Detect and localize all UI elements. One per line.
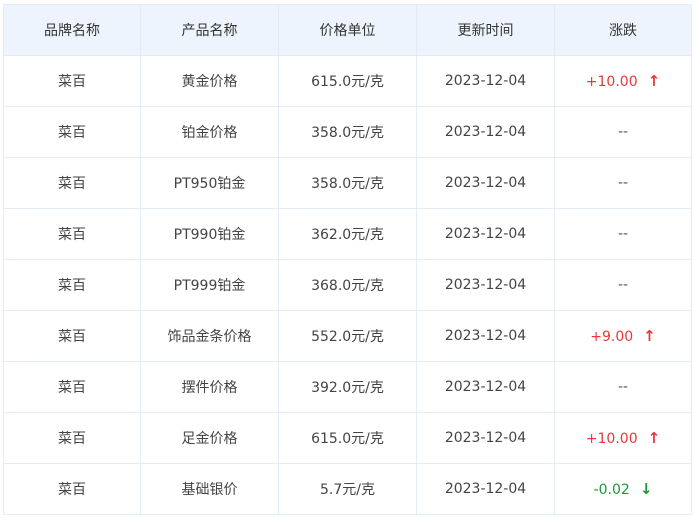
price-cell: 368.0元/克 xyxy=(278,259,417,311)
header-date: 更新时间 xyxy=(416,4,555,56)
header-price: 价格单位 xyxy=(278,4,417,56)
arrow-up-icon: ↑ xyxy=(647,429,661,447)
date-cell: 2023-12-04 xyxy=(416,259,555,311)
table-row: 菜百 摆件价格 392.0元/克 2023-12-04 -- xyxy=(3,361,692,413)
brand-cell: 菜百 xyxy=(3,55,141,107)
table-row: 菜百 足金价格 615.0元/克 2023-12-04 +10.00 ↑ xyxy=(3,412,692,464)
price-cell: 362.0元/克 xyxy=(278,208,417,260)
change-value: -- xyxy=(617,124,629,140)
table-row: 菜百 黄金价格 615.0元/克 2023-12-04 +10.00 ↑ xyxy=(3,55,692,107)
date-cell: 2023-12-04 xyxy=(416,208,555,260)
table-body: 菜百 黄金价格 615.0元/克 2023-12-04 +10.00 ↑ 菜百 铂金价格 358… xyxy=(3,55,692,515)
change-value: +10.00 xyxy=(585,431,638,447)
change-cell: +9.00 ↑ xyxy=(554,310,692,362)
change-value: +10.00 xyxy=(585,74,638,90)
price-cell: 392.0元/克 xyxy=(278,361,417,413)
change-value: -- xyxy=(617,175,629,191)
date-cell: 2023-12-04 xyxy=(416,310,555,362)
arrow-up-icon: ↑ xyxy=(647,72,661,90)
price-cell: 358.0元/克 xyxy=(278,106,417,158)
brand-cell: 菜百 xyxy=(3,412,141,464)
product-cell: PT990铂金 xyxy=(140,208,279,260)
product-cell: 黄金价格 xyxy=(140,55,279,107)
change-value: -- xyxy=(617,226,629,242)
product-cell: 饰品金条价格 xyxy=(140,310,279,362)
product-cell: PT999铂金 xyxy=(140,259,279,311)
product-cell: 铂金价格 xyxy=(140,106,279,158)
change-value: +9.00 xyxy=(590,329,634,345)
brand-cell: 菜百 xyxy=(3,310,141,362)
product-cell: 足金价格 xyxy=(140,412,279,464)
product-cell: PT950铂金 xyxy=(140,157,279,209)
change-value: -0.02 xyxy=(593,482,630,498)
table-row: 菜百 PT990铂金 362.0元/克 2023-12-04 -- xyxy=(3,208,692,260)
brand-cell: 菜百 xyxy=(3,361,141,413)
date-cell: 2023-12-04 xyxy=(416,106,555,158)
table-row: 菜百 PT950铂金 358.0元/克 2023-12-04 -- xyxy=(3,157,692,209)
change-cell: -- xyxy=(554,361,692,413)
price-cell: 552.0元/克 xyxy=(278,310,417,362)
brand-cell: 菜百 xyxy=(3,106,141,158)
price-cell: 615.0元/克 xyxy=(278,55,417,107)
price-table: 品牌名称 产品名称 价格单位 更新时间 涨跌 菜百 黄金价格 615.0元/克 202… xyxy=(3,4,692,515)
change-cell: -0.02 ↓ xyxy=(554,463,692,515)
date-cell: 2023-12-04 xyxy=(416,55,555,107)
change-cell: -- xyxy=(554,208,692,260)
table-row: 菜百 铂金价格 358.0元/克 2023-12-04 -- xyxy=(3,106,692,158)
change-value: -- xyxy=(617,379,629,395)
header-brand: 品牌名称 xyxy=(3,4,141,56)
table-header: 品牌名称 产品名称 价格单位 更新时间 涨跌 xyxy=(3,4,692,56)
table-row: 菜百 基础银价 5.7元/克 2023-12-04 -0.02 ↓ xyxy=(3,463,692,515)
date-cell: 2023-12-04 xyxy=(416,463,555,515)
header-product: 产品名称 xyxy=(140,4,279,56)
product-cell: 基础银价 xyxy=(140,463,279,515)
price-cell: 615.0元/克 xyxy=(278,412,417,464)
brand-cell: 菜百 xyxy=(3,463,141,515)
brand-cell: 菜百 xyxy=(3,157,141,209)
change-cell: -- xyxy=(554,106,692,158)
date-cell: 2023-12-04 xyxy=(416,412,555,464)
change-cell: +10.00 ↑ xyxy=(554,55,692,107)
change-value: -- xyxy=(617,277,629,293)
change-cell: -- xyxy=(554,259,692,311)
page: 品牌名称 产品名称 价格单位 更新时间 涨跌 菜百 黄金价格 615.0元/克 202… xyxy=(0,0,694,518)
header-row: 品牌名称 产品名称 价格单位 更新时间 涨跌 xyxy=(3,4,692,56)
price-cell: 358.0元/克 xyxy=(278,157,417,209)
arrow-down-icon: ↓ xyxy=(639,480,653,498)
change-cell: +10.00 ↑ xyxy=(554,412,692,464)
date-cell: 2023-12-04 xyxy=(416,361,555,413)
change-cell: -- xyxy=(554,157,692,209)
date-cell: 2023-12-04 xyxy=(416,157,555,209)
table-row: 菜百 饰品金条价格 552.0元/克 2023-12-04 +9.00 ↑ xyxy=(3,310,692,362)
brand-cell: 菜百 xyxy=(3,208,141,260)
brand-cell: 菜百 xyxy=(3,259,141,311)
price-cell: 5.7元/克 xyxy=(278,463,417,515)
product-cell: 摆件价格 xyxy=(140,361,279,413)
header-change: 涨跌 xyxy=(554,4,692,56)
table-row: 菜百 PT999铂金 368.0元/克 2023-12-04 -- xyxy=(3,259,692,311)
arrow-up-icon: ↑ xyxy=(643,327,656,345)
